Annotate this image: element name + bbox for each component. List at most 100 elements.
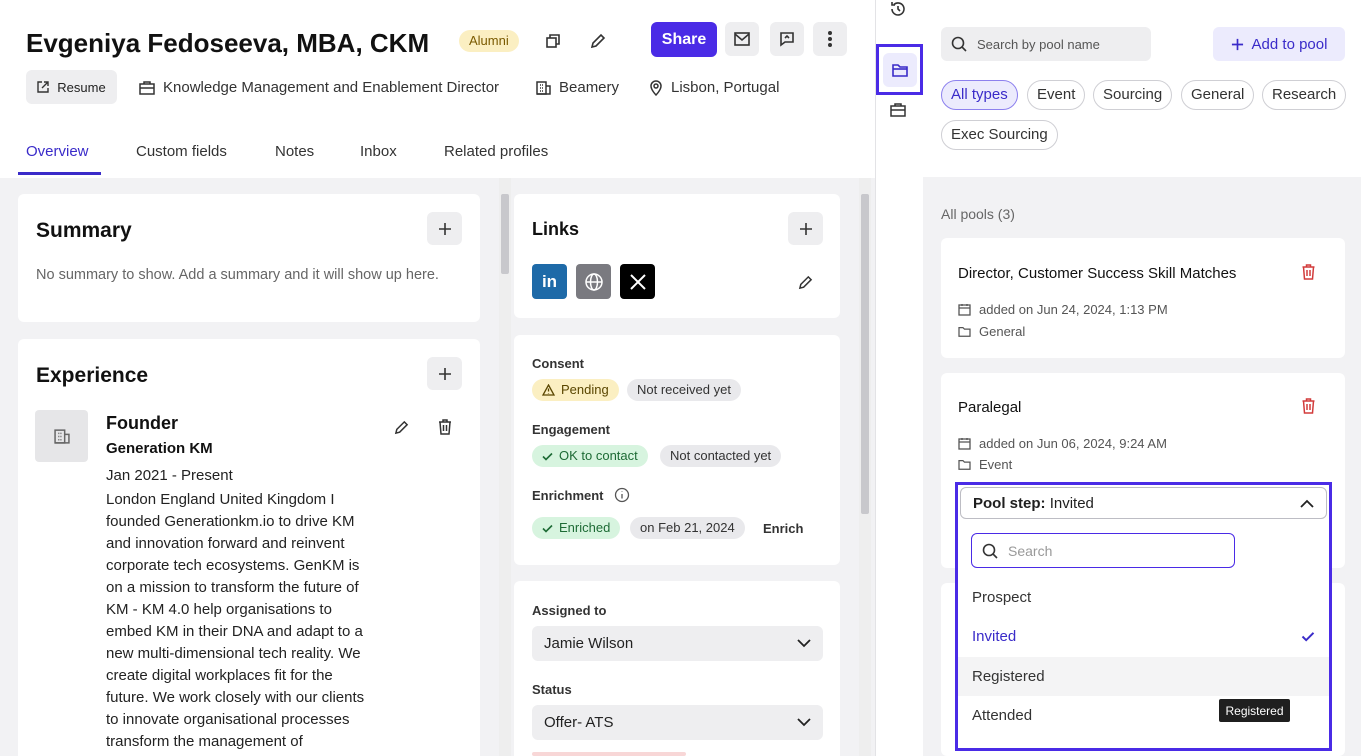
pool-step-select[interactable]: Pool step: Invited [960,487,1327,519]
enriched-text: Enriched [559,520,611,535]
linkedin-link[interactable]: in [532,264,567,299]
tab-overview[interactable]: Overview [26,143,89,160]
company-meta: Beamery [536,79,619,96]
jobs-button[interactable] [881,93,915,127]
share-button[interactable]: Share [651,22,717,57]
message-button[interactable] [770,22,804,56]
experience-company: Generation KM [106,440,213,457]
more-options-button[interactable] [813,22,847,56]
chat-icon [780,32,794,47]
edit-links-button[interactable] [788,265,822,299]
warning-icon [542,384,555,396]
pool-search-input[interactable]: Search by pool name [941,27,1151,61]
edit-experience-button[interactable] [384,410,418,444]
cut-off-chip [532,752,686,756]
history-button[interactable] [881,0,915,26]
engagement-ok-text: OK to contact [559,448,638,463]
left-column-scrollbar[interactable] [499,178,511,756]
folder-icon [958,326,971,337]
add-experience-button[interactable] [427,357,462,390]
pools-count: All pools (3) [941,206,1015,222]
enriched-date-chip: on Feb 21, 2024 [630,517,745,539]
folder-icon [958,459,971,470]
option-prospect[interactable]: Prospect [958,578,1329,617]
consent-label: Consent [532,356,584,371]
pool-step-search-input[interactable]: Search [971,533,1235,568]
info-icon[interactable] [614,487,630,508]
add-link-button[interactable] [788,212,823,245]
add-to-pool-label: Add to pool [1251,35,1328,53]
check-icon [542,524,553,533]
status-select[interactable]: Offer- ATS [532,705,823,740]
pool-added-date: added on Jun 06, 2024, 9:24 AM [958,436,1167,451]
tab-notes[interactable]: Notes [275,143,314,160]
assigned-to-value: Jamie Wilson [544,635,634,652]
pool-card[interactable] [941,238,1345,358]
filter-exec-sourcing[interactable]: Exec Sourcing [941,120,1058,150]
pool-added-text: added on Jun 24, 2024, 1:13 PM [979,302,1168,317]
pool-step-value: Invited [1049,494,1094,512]
email-button[interactable] [725,22,759,56]
plus-icon [438,222,451,235]
filter-event[interactable]: Event [1027,80,1086,110]
filter-research[interactable]: Research [1262,80,1347,110]
assigned-to-select[interactable]: Jamie Wilson [532,626,823,661]
pool-added-text: added on Jun 06, 2024, 9:24 AM [979,436,1167,451]
pencil-icon [590,33,606,49]
experience-title: Experience [36,364,149,387]
links-title: Links [532,219,580,239]
option-tooltip: Registered [1219,699,1290,722]
pencil-icon [798,275,812,289]
experience-role: Founder [106,413,178,433]
delete-experience-button[interactable] [428,410,462,444]
pools-button[interactable] [876,44,923,95]
pencil-icon [394,420,408,434]
website-link[interactable] [576,264,611,299]
add-to-pool-button[interactable]: Add to pool [1213,27,1345,61]
tab-inbox[interactable]: Inbox [360,143,397,160]
add-summary-button[interactable] [427,212,462,245]
pool-search-placeholder: Search by pool name [977,36,1100,52]
trash-icon [1302,264,1315,280]
history-icon [891,2,905,16]
enrichment-label: Enrichment [532,488,604,503]
option-registered[interactable]: Registered [958,657,1329,696]
linkedin-icon: in [541,271,558,291]
pool-type: Event [958,457,1012,472]
pool-added-date: added on Jun 24, 2024, 1:13 PM [958,302,1168,317]
resume-label: Resume [57,79,106,95]
copy-button[interactable] [536,24,570,58]
x-twitter-link[interactable] [620,264,655,299]
pool-title[interactable]: Paralegal [958,399,1021,416]
filter-all-types[interactable]: All types [941,80,1018,110]
scroll-thumb[interactable] [501,194,509,274]
copy-icon [546,34,560,48]
filter-sourcing[interactable]: Sourcing [1093,80,1173,110]
chevron-down-icon [797,718,811,727]
chevron-up-icon [1300,499,1314,508]
trash-icon [1302,398,1315,414]
pool-type-text: Event [979,457,1013,472]
summary-card [18,194,480,322]
delete-pool-button[interactable] [1301,398,1316,419]
chevron-down-icon [797,639,811,648]
enrich-button[interactable]: Enrich [763,521,803,536]
location-meta: Lisbon, Portugal [649,79,779,96]
pool-step-display: Pool step: Invited [973,495,1094,512]
option-label: Attended [972,707,1033,724]
right-column-scrollbar[interactable] [859,178,871,756]
edit-profile-button[interactable] [581,24,615,58]
kebab-icon [828,31,832,47]
location-text: Lisbon, Portugal [671,79,780,96]
tab-related-profiles[interactable]: Related profiles [444,143,548,160]
resume-button[interactable]: Resume [26,70,117,104]
filter-general[interactable]: General [1181,80,1255,110]
option-invited[interactable]: Invited [958,617,1329,656]
delete-pool-button[interactable] [1301,264,1316,285]
external-link-icon [37,81,49,93]
pool-title[interactable]: Director, Customer Success Skill Matches [958,265,1236,282]
scroll-thumb[interactable] [861,194,869,514]
tab-custom-fields[interactable]: Custom fields [136,143,227,160]
calendar-icon [958,304,971,316]
status-label: Status [532,682,572,697]
